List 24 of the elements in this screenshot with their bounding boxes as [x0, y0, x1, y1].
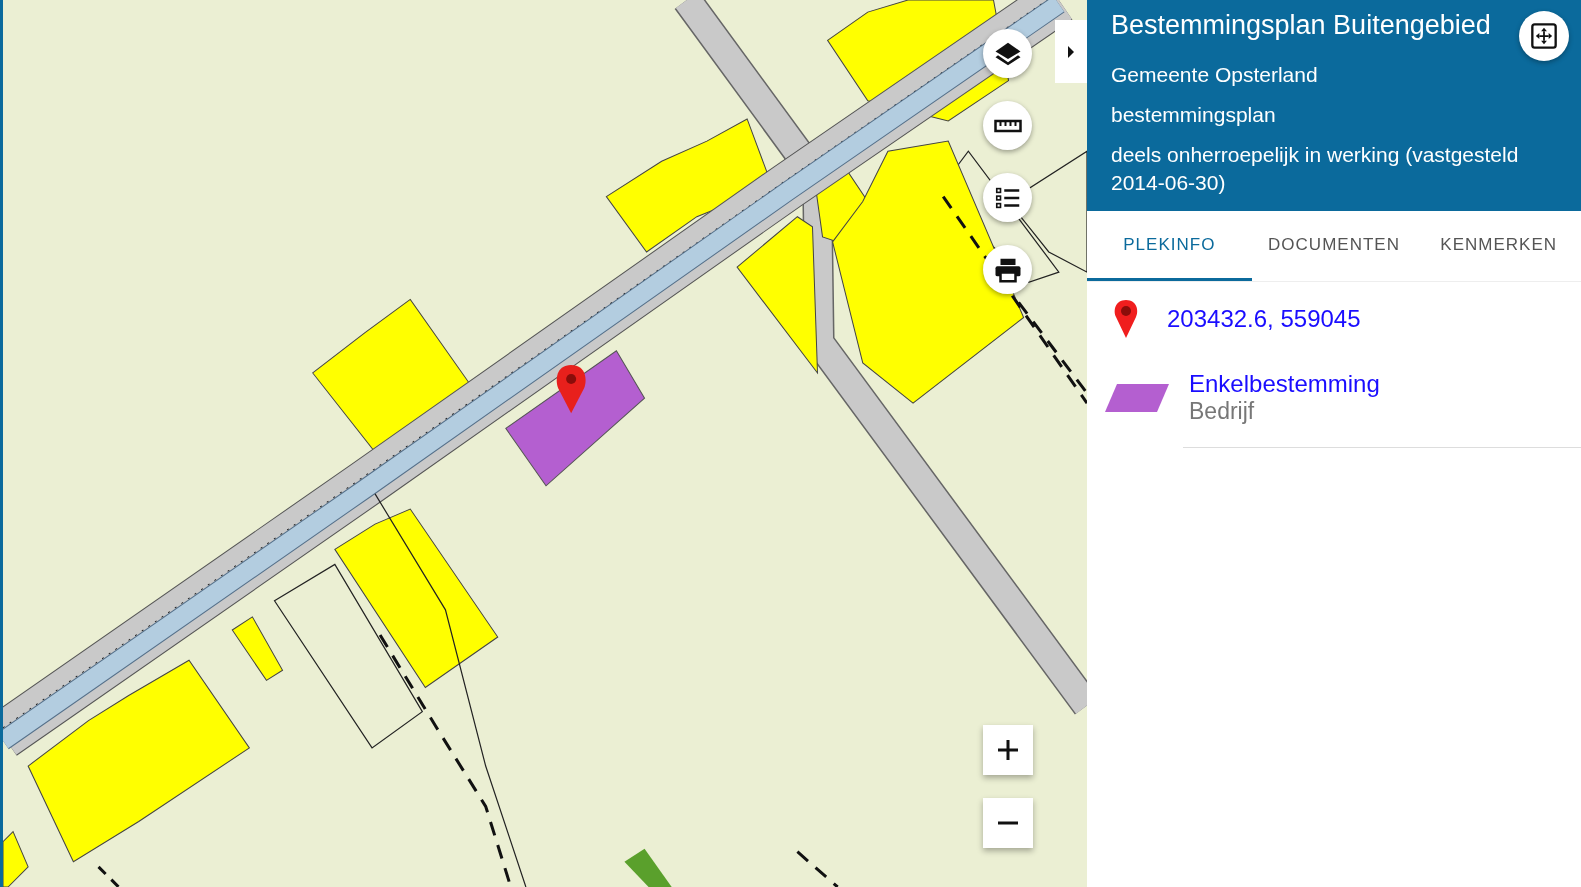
tab[interactable]: KENMERKEN [1416, 211, 1581, 281]
zoom-out-button[interactable] [983, 798, 1033, 848]
zoom-in-button[interactable] [983, 725, 1033, 775]
minus-icon [997, 821, 1019, 825]
caret-icon [1067, 44, 1075, 59]
plan-info-text: Gemeente Opsterland [1111, 62, 1319, 88]
plan-info-text: deels onherroepelijk in werking (vastgesteld 2014-06-30) [1111, 142, 1520, 196]
plan-info-text: bestemmingsplan [1111, 102, 1277, 128]
coordinates-link[interactable]: 203432.6, 559045 [1167, 305, 1361, 333]
tab[interactable]: DOCUMENTEN [1251, 211, 1417, 281]
fullscreen-button[interactable] [1519, 11, 1569, 61]
plus-icon [997, 739, 1019, 761]
feature-link[interactable]: Enkelbestemming [1189, 370, 1380, 398]
selected-parcel[interactable] [505, 350, 646, 487]
feature-value: Bedrijf [1189, 398, 1256, 425]
tab[interactable]: PLEKINFO [1087, 211, 1252, 281]
collapse-panel-button[interactable] [1055, 20, 1087, 83]
map-view[interactable] [0, 0, 1087, 887]
plan-title: Bestemmingsplan Buitengebied [1111, 10, 1491, 41]
land-parcel [624, 848, 672, 887]
map-pin-icon [556, 364, 586, 414]
move-arrows-icon [1530, 22, 1558, 50]
dashed-line [97, 865, 120, 887]
dashed-line [796, 850, 839, 887]
